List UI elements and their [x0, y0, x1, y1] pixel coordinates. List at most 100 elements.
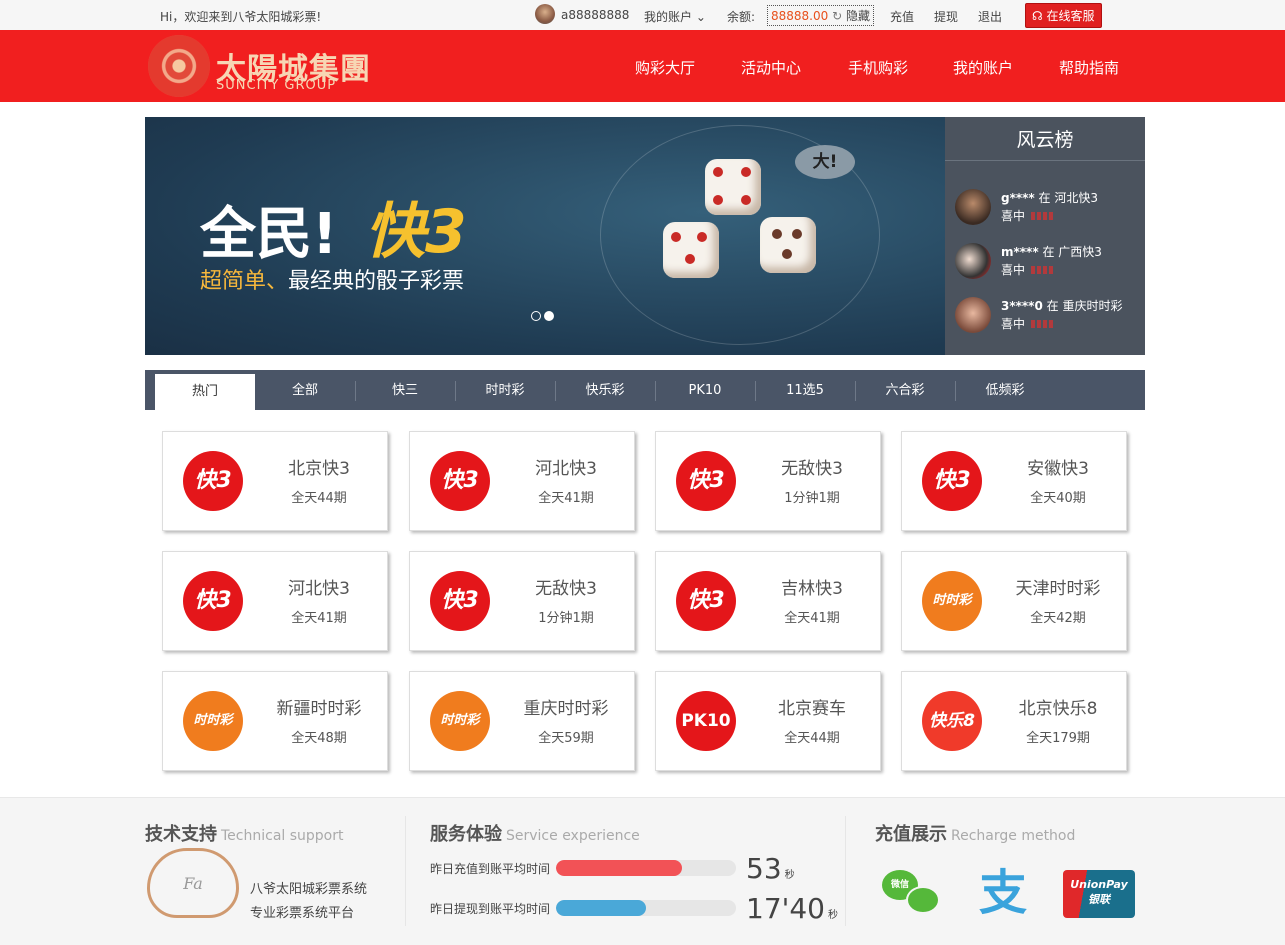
- lottery-logo-icon: 时时彩: [922, 571, 982, 631]
- account-menu[interactable]: 我的账户 ⌄: [644, 8, 706, 25]
- tab-3[interactable]: 时时彩: [455, 370, 555, 410]
- tab-7[interactable]: 六合彩: [855, 370, 955, 410]
- tab-6[interactable]: 11选5: [755, 370, 855, 410]
- online-service-label: 在线客服: [1046, 9, 1095, 23]
- game-name: 河北快3: [535, 459, 597, 479]
- winner-user: g****: [1001, 191, 1035, 205]
- game-period: 全天41期: [538, 491, 594, 506]
- refresh-icon[interactable]: ↻: [832, 9, 842, 23]
- carousel-dot[interactable]: [531, 311, 541, 321]
- winner-line: g**** 在 河北快3: [1001, 189, 1098, 206]
- online-service-button[interactable]: ☊ 在线客服: [1025, 3, 1102, 28]
- withdraw-link[interactable]: 提现: [934, 8, 958, 25]
- nav-activity-center[interactable]: 活动中心: [741, 57, 801, 78]
- tab-2[interactable]: 快三: [355, 370, 455, 410]
- winner-avatar: [955, 297, 991, 333]
- service-heading: 服务体验 Service experience: [430, 820, 640, 846]
- game-card[interactable]: 快3 无敌快3 1分钟1期: [655, 431, 881, 531]
- suncity-logo-icon[interactable]: [148, 35, 210, 97]
- winner-hit-label: 喜中: [1001, 209, 1026, 223]
- nav-mobile[interactable]: 手机购彩: [848, 57, 908, 78]
- game-name: 天津时时彩: [1015, 579, 1101, 599]
- unionpay-icon: UnionPay 银联: [1063, 870, 1135, 918]
- nav-lottery-hall[interactable]: 购彩大厅: [635, 57, 695, 78]
- withdraw-time-label: 昨日提现到账平均时间: [430, 902, 551, 916]
- tab-4[interactable]: 快乐彩: [555, 370, 655, 410]
- lottery-logo-icon: 快3: [430, 451, 490, 511]
- game-card[interactable]: 快3 河北快3 全天41期: [409, 431, 635, 531]
- winner-hit-label: 喜中: [1001, 317, 1026, 331]
- headset-icon: ☊: [1032, 9, 1043, 23]
- winner-game: 广西快3: [1058, 245, 1102, 259]
- game-card[interactable]: 时时彩 天津时时彩 全天42期: [901, 551, 1127, 651]
- game-card[interactable]: 快3 无敌快3 1分钟1期: [409, 551, 635, 651]
- tab-8[interactable]: 低频彩: [955, 370, 1055, 410]
- winner-in: 在: [1046, 299, 1059, 313]
- recharge-time-unit: 秒: [784, 870, 795, 881]
- speech-bubble: 大!: [795, 145, 855, 179]
- recharge-time-number: 53: [746, 852, 782, 885]
- recharge-title: 充值展示: [875, 824, 947, 845]
- game-card[interactable]: 快3 北京快3 全天44期: [162, 431, 388, 531]
- game-card[interactable]: 快3 河北快3 全天41期: [162, 551, 388, 651]
- divider: [405, 816, 406, 926]
- winner-line: m**** 在 广西快3: [1001, 243, 1102, 260]
- game-name: 安徽快3: [1027, 459, 1089, 479]
- winner-user: m****: [1001, 245, 1039, 259]
- winner-item: 3****0 在 重庆时时彩 喜中: [955, 295, 1145, 335]
- support-title: 技术支持: [145, 824, 217, 845]
- game-name: 重庆时时彩: [523, 699, 609, 719]
- winner-in: 在: [1038, 191, 1051, 205]
- game-card[interactable]: 时时彩 重庆时时彩 全天59期: [409, 671, 635, 771]
- winner-hit: 喜中: [1001, 207, 1056, 224]
- lottery-logo-icon: 快3: [183, 451, 243, 511]
- game-card[interactable]: 快3 安徽快3 全天40期: [901, 431, 1127, 531]
- winner-hit-label: 喜中: [1001, 263, 1026, 277]
- tab-5[interactable]: PK10: [655, 370, 755, 410]
- game-period: 全天41期: [291, 611, 347, 626]
- recharge-link[interactable]: 充值: [890, 8, 914, 25]
- tab-0[interactable]: 热门: [155, 374, 255, 410]
- lottery-logo-icon: PK10: [676, 691, 736, 751]
- banner-title: 全民!: [200, 202, 338, 267]
- winner-hit: 喜中: [1001, 315, 1056, 332]
- winner-item: m**** 在 广西快3 喜中: [955, 241, 1145, 281]
- account-menu-label: 我的账户: [644, 10, 693, 24]
- user-avatar[interactable]: [535, 4, 555, 24]
- dice-icon: [663, 222, 719, 278]
- service-title-en: Service experience: [506, 828, 640, 844]
- nav-my-account[interactable]: 我的账户: [953, 57, 1013, 78]
- banner-title-highlight: 快3: [365, 197, 467, 267]
- game-card[interactable]: PK10 北京赛车 全天44期: [655, 671, 881, 771]
- recharge-time-label: 昨日充值到账平均时间: [430, 862, 551, 876]
- promo-banner[interactable]: 全民! 快3 超简单、最经典的骰子彩票 大!: [145, 117, 945, 355]
- lottery-logo-icon: 快3: [183, 571, 243, 631]
- game-card[interactable]: 时时彩 新疆时时彩 全天48期: [162, 671, 388, 771]
- game-card[interactable]: 快乐8 北京快乐8 全天179期: [901, 671, 1127, 771]
- logout-link[interactable]: 退出: [978, 8, 1002, 25]
- game-name: 河北快3: [288, 579, 350, 599]
- lottery-logo-icon: 快3: [676, 451, 736, 511]
- lottery-logo-icon: 时时彩: [430, 691, 490, 751]
- hide-balance-button[interactable]: 隐藏: [846, 9, 870, 23]
- winner-amount: [1031, 212, 1056, 220]
- nav-help[interactable]: 帮助指南: [1059, 57, 1119, 78]
- balance-label: 余额:: [727, 10, 756, 24]
- game-period: 全天48期: [291, 731, 347, 746]
- recharge-time-bar: [556, 860, 736, 876]
- username[interactable]: a88888888: [561, 8, 629, 22]
- chevron-down-icon: ⌄: [695, 10, 706, 24]
- recharge-title-en: Recharge method: [951, 828, 1076, 844]
- wechat-pay-icon: 微信: [880, 866, 942, 920]
- support-line-1: 八爷太阳城彩票系统: [250, 882, 368, 897]
- logo-subtext: SUNCITY GROUP: [216, 78, 337, 93]
- tab-1[interactable]: 全部: [255, 370, 355, 410]
- game-card[interactable]: 快3 吉林快3 全天41期: [655, 551, 881, 651]
- cloud-logo-icon: Fa: [147, 848, 239, 918]
- game-period: 全天40期: [1030, 491, 1086, 506]
- lottery-logo-icon: 快3: [430, 571, 490, 631]
- dice-icon: [760, 217, 816, 273]
- winner-amount: [1031, 266, 1056, 274]
- carousel-dot-active[interactable]: [544, 311, 554, 321]
- leaderboard: 风云榜 g**** 在 河北快3 喜中 m**** 在 广西快3 喜中 3****0…: [945, 117, 1145, 355]
